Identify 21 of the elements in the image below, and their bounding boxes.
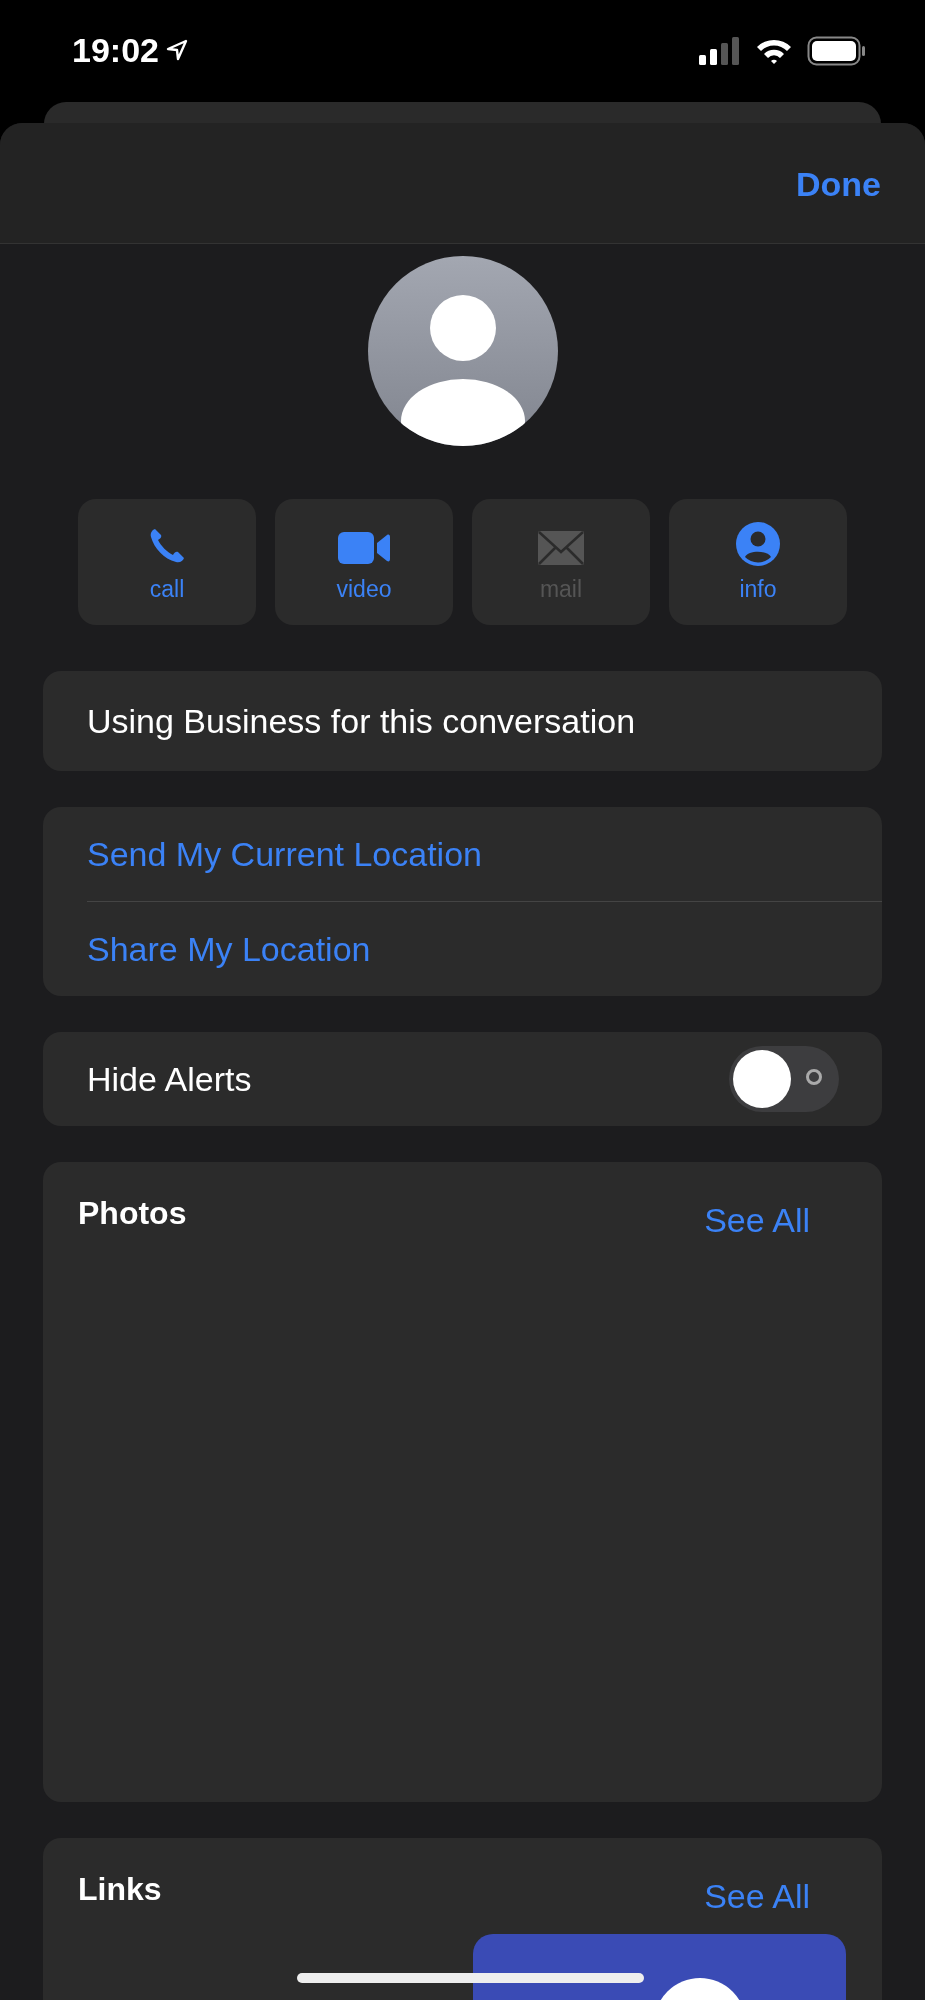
info-button[interactable]: info [669, 499, 847, 625]
signal-icon [699, 37, 741, 65]
avatar-icon [367, 256, 558, 446]
video-button[interactable]: video [275, 499, 453, 625]
section-title: Links [78, 1871, 162, 1909]
call-button[interactable]: call [78, 499, 256, 625]
location-option[interactable]: Share My Location [43, 902, 882, 996]
section-title: Photos [78, 1195, 187, 1233]
wifi-icon [755, 37, 793, 65]
location-option[interactable]: Send My Current Location [43, 807, 882, 901]
person-circle-icon [736, 522, 780, 566]
done-button[interactable]: Done [796, 164, 881, 204]
envelope-icon [537, 530, 585, 566]
video-camera-icon [338, 530, 390, 566]
battery-icon [807, 36, 867, 66]
hide-alerts-label: Hide Alerts [87, 1059, 252, 1099]
see-all-link[interactable]: See All [704, 1201, 810, 1240]
location-arrow-icon [164, 38, 189, 62]
business-note: Using Business for this conversation [87, 701, 636, 741]
clock-time: 19:02 [72, 30, 159, 70]
see-all-link[interactable]: See All [704, 1877, 810, 1916]
